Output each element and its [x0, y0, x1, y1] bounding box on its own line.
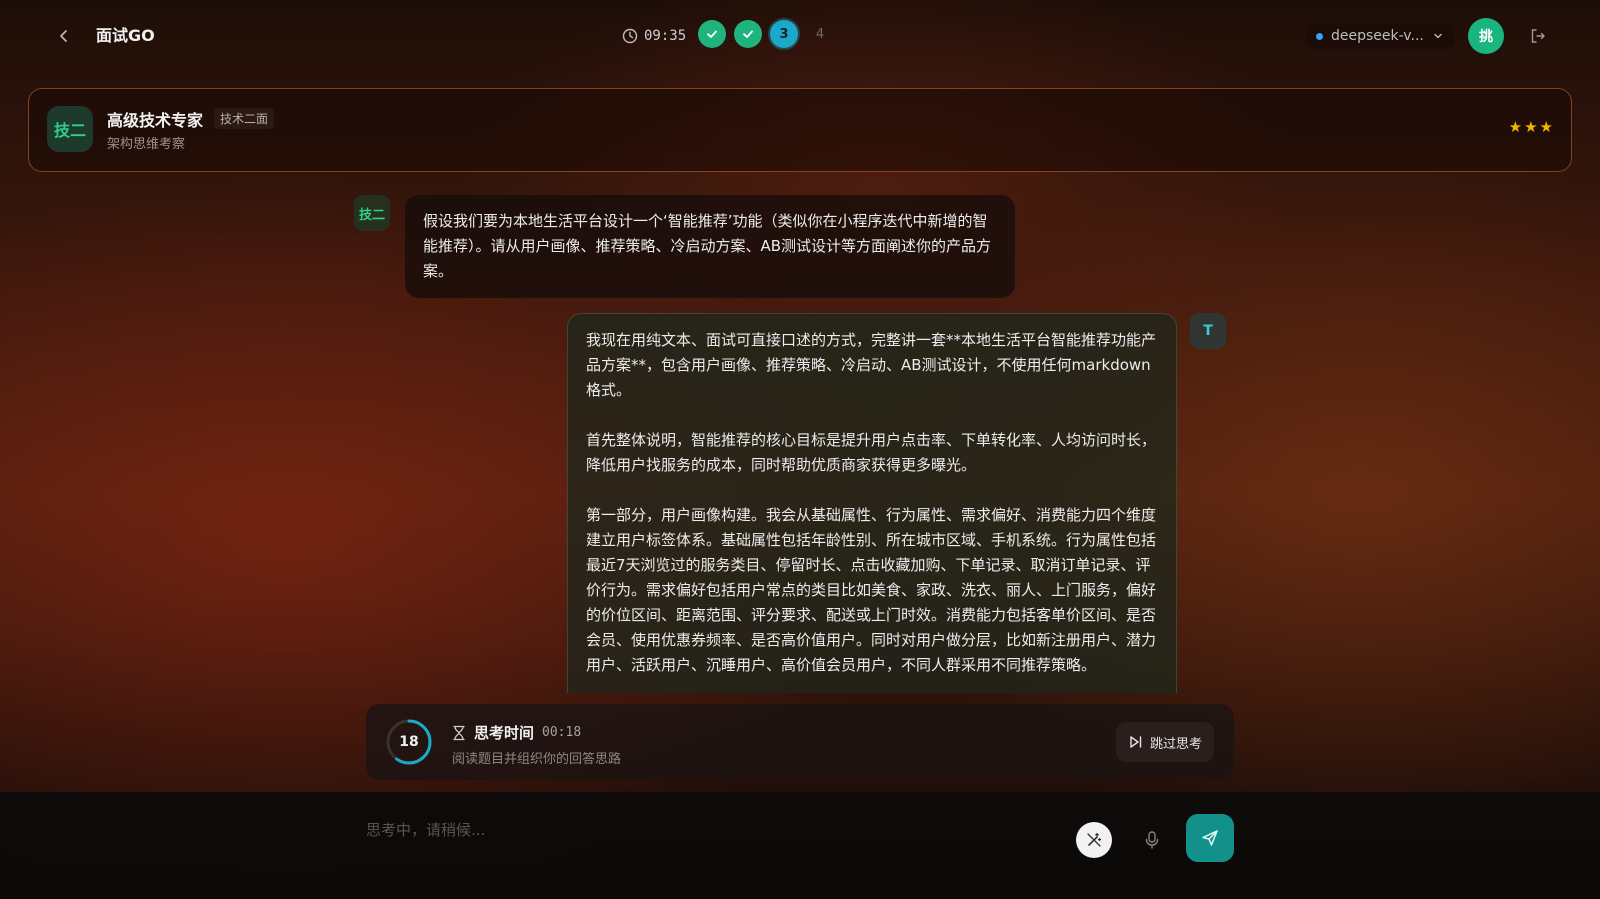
interviewer-question: 假设我们要为本地生活平台设计一个‘智能推荐’功能（类似你在小程序迭代中新增的智能… [405, 195, 1015, 298]
chevron-left-icon [60, 30, 67, 42]
back-button[interactable] [52, 24, 76, 48]
answer-input[interactable] [366, 810, 1066, 850]
answer-paragraph: 首先整体说明，智能推荐的核心目标是提升用户点击率、下单转化率、人均访问时长，降低… [586, 431, 1157, 474]
countdown-timer: 09:35 [622, 24, 686, 48]
question-progress: 3 4 [698, 20, 834, 48]
model-selector[interactable]: deepseek-v... [1306, 23, 1454, 49]
composer [0, 792, 1600, 899]
thinking-panel: 18 思考时间 00:18 阅读题目并组织你的回答思路 跳过思考 [366, 704, 1234, 780]
interview-round-tag: 技术二面 [214, 108, 275, 129]
step-4[interactable]: 4 [806, 20, 834, 48]
step-2[interactable] [734, 20, 762, 48]
difficulty-stars: ★ ★ ★ [1509, 119, 1553, 135]
skip-thinking-button[interactable]: 跳过思考 [1115, 722, 1214, 762]
logout-icon [1531, 29, 1545, 43]
send-icon [1202, 830, 1218, 846]
user-avatar[interactable]: 挑 [1468, 18, 1504, 54]
model-status-dot [1316, 32, 1323, 40]
interviewer-name: 高级技术专家 [107, 111, 204, 130]
ai-assist-button[interactable] [1076, 822, 1112, 858]
interviewer-message-avatar: 技二 [354, 195, 390, 231]
timer-value: 09:35 [644, 28, 687, 44]
check-icon [707, 30, 717, 38]
star-icon: ★ [1539, 118, 1553, 136]
step-1[interactable] [698, 20, 726, 48]
thinking-hint: 阅读题目并组织你的回答思路 [452, 752, 622, 767]
star-icon: ★ [1524, 118, 1538, 136]
magic-wand-icon [1087, 832, 1102, 847]
candidate-answer: 我现在用纯文本、面试可直接口述的方式，完整讲一套**本地生活平台智能推荐功能产品… [567, 313, 1177, 693]
step-3[interactable]: 3 [770, 20, 798, 48]
chat-area[interactable]: 技二 假设我们要为本地生活平台设计一个‘智能推荐’功能（类似你在小程序迭代中新增… [0, 185, 1600, 693]
skip-forward-icon [1130, 736, 1142, 748]
check-icon [743, 30, 753, 38]
answer-paragraph: 第一部分，用户画像构建。我会从基础属性、行为属性、需求偏好、消费能力四个维度建立… [586, 506, 1157, 674]
chevron-down-icon [1434, 33, 1442, 39]
candidate-message-avatar: T [1190, 313, 1226, 349]
app-title: 面试GO [96, 26, 155, 45]
microphone-button[interactable] [1140, 826, 1164, 854]
answer-paragraph: 我现在用纯文本、面试可直接口述的方式，完整讲一套**本地生活平台智能推荐功能产品… [586, 331, 1157, 399]
thinking-title-row: 思考时间 00:18 [452, 722, 581, 743]
model-name: deepseek-v... [1331, 28, 1424, 44]
thinking-countdown: 18 [399, 734, 419, 750]
thinking-time: 00:18 [542, 725, 582, 740]
star-icon: ★ [1508, 118, 1523, 136]
logout-button[interactable] [1526, 24, 1550, 48]
hourglass-icon [453, 725, 465, 740]
microphone-icon [1145, 831, 1159, 849]
thinking-title: 思考时间 [474, 724, 535, 742]
interviewer-avatar: 技二 [47, 106, 93, 152]
send-button[interactable] [1186, 814, 1234, 862]
top-bar: 面试GO 09:35 3 4 deepseek-v... 挑 [0, 0, 1600, 72]
interviewer-card: 技二 高级技术专家 技术二面 架构思维考察 ★ ★ ★ [28, 88, 1572, 172]
interviewer-focus: 架构思维考察 [107, 137, 186, 152]
skip-thinking-label: 跳过思考 [1149, 736, 1202, 752]
clock-icon [622, 28, 638, 44]
